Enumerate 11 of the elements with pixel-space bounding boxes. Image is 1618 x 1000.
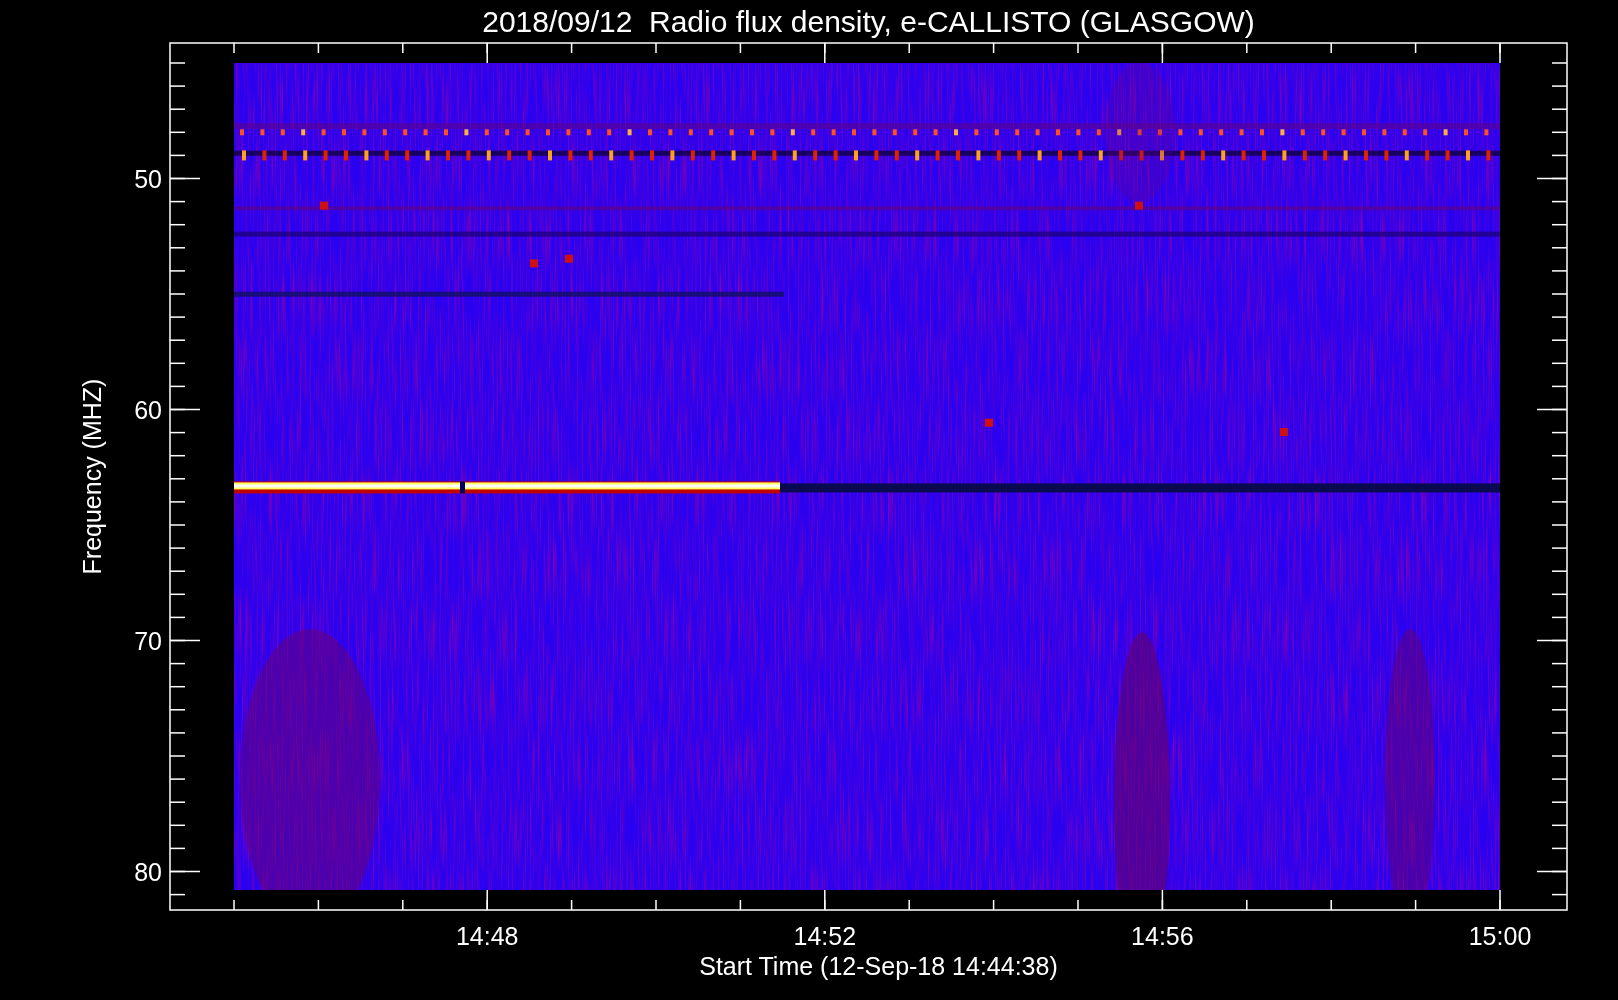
x-axis-label: Start Time (12-Sep-18 14:44:38) xyxy=(699,952,1058,980)
y-tick-label: 70 xyxy=(134,626,162,655)
x-tick-label: 14:48 xyxy=(455,922,519,950)
plot-title: 2018/09/12 Radio flux density, e-CALLISTO (GLASGOW) xyxy=(482,5,1255,38)
y-tick-label: 60 xyxy=(134,395,162,424)
y-axis-label: Frequency (MHZ) xyxy=(78,378,106,575)
x-tick-label: 15:00 xyxy=(1468,922,1532,950)
y-tick-label: 50 xyxy=(134,164,162,193)
x-tick-label: 14:52 xyxy=(793,922,857,950)
y-tick-label: 80 xyxy=(134,857,162,886)
x-tick-label: 14:56 xyxy=(1131,922,1194,950)
